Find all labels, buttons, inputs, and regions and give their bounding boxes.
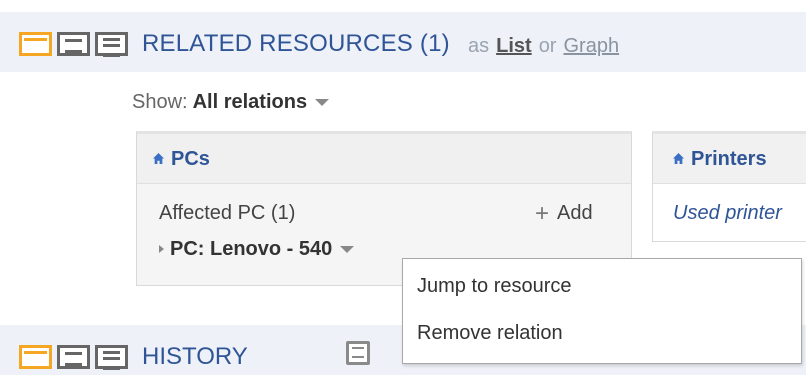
show-filter-dropdown[interactable]: All relations xyxy=(193,91,307,113)
related-resources-header: RELATED RESOURCES (1) as List or Graph xyxy=(0,12,806,72)
home-icon xyxy=(673,153,684,164)
add-label: Add xyxy=(557,202,593,224)
related-resources-title: RELATED RESOURCES (1) xyxy=(142,30,450,57)
view-mode-links: as List or Graph xyxy=(468,34,619,58)
list-view-icon[interactable] xyxy=(95,32,128,57)
plus-icon: + xyxy=(535,200,550,227)
home-icon xyxy=(153,153,164,164)
show-label: Show: xyxy=(132,91,188,113)
split-view-icon[interactable] xyxy=(57,345,90,369)
graph-link[interactable]: Graph xyxy=(563,35,619,57)
view-switcher xyxy=(19,32,132,57)
caret-down-icon[interactable] xyxy=(315,99,330,107)
triangle-right-icon xyxy=(159,245,164,253)
jump-to-resource-item[interactable]: Jump to resource xyxy=(417,274,572,298)
tile-view-icon[interactable] xyxy=(19,345,52,369)
list-view-icon[interactable] xyxy=(95,345,128,370)
history-view-switcher xyxy=(19,345,132,370)
split-view-icon[interactable] xyxy=(57,32,90,56)
or-text: or xyxy=(538,35,557,57)
caret-down-icon[interactable] xyxy=(340,246,355,254)
add-button[interactable]: + Add xyxy=(535,201,593,226)
printers-card-header: Printers xyxy=(653,134,806,184)
printers-card: Printers Used printer xyxy=(652,131,806,242)
note-icon[interactable] xyxy=(346,341,370,365)
related-pc-item[interactable]: PC: Lenovo - 540 xyxy=(159,237,355,261)
context-menu: Jump to resource Remove relation xyxy=(402,258,802,364)
list-link[interactable]: List xyxy=(496,35,532,57)
as-text: as xyxy=(468,35,490,57)
tile-view-icon[interactable] xyxy=(19,32,52,56)
pcs-card-title[interactable]: PCs xyxy=(171,147,210,171)
related-pc-label: PC: Lenovo - 540 xyxy=(170,238,333,260)
pcs-card-header: PCs xyxy=(137,134,631,184)
show-filter: Show: All relations xyxy=(132,90,330,114)
affected-pc-label: Affected PC (1) xyxy=(159,202,296,224)
history-title: HISTORY xyxy=(142,343,248,370)
printers-card-title[interactable]: Printers xyxy=(691,147,767,171)
used-printer-label: Used printer xyxy=(673,202,782,224)
remove-relation-item[interactable]: Remove relation xyxy=(417,321,563,345)
